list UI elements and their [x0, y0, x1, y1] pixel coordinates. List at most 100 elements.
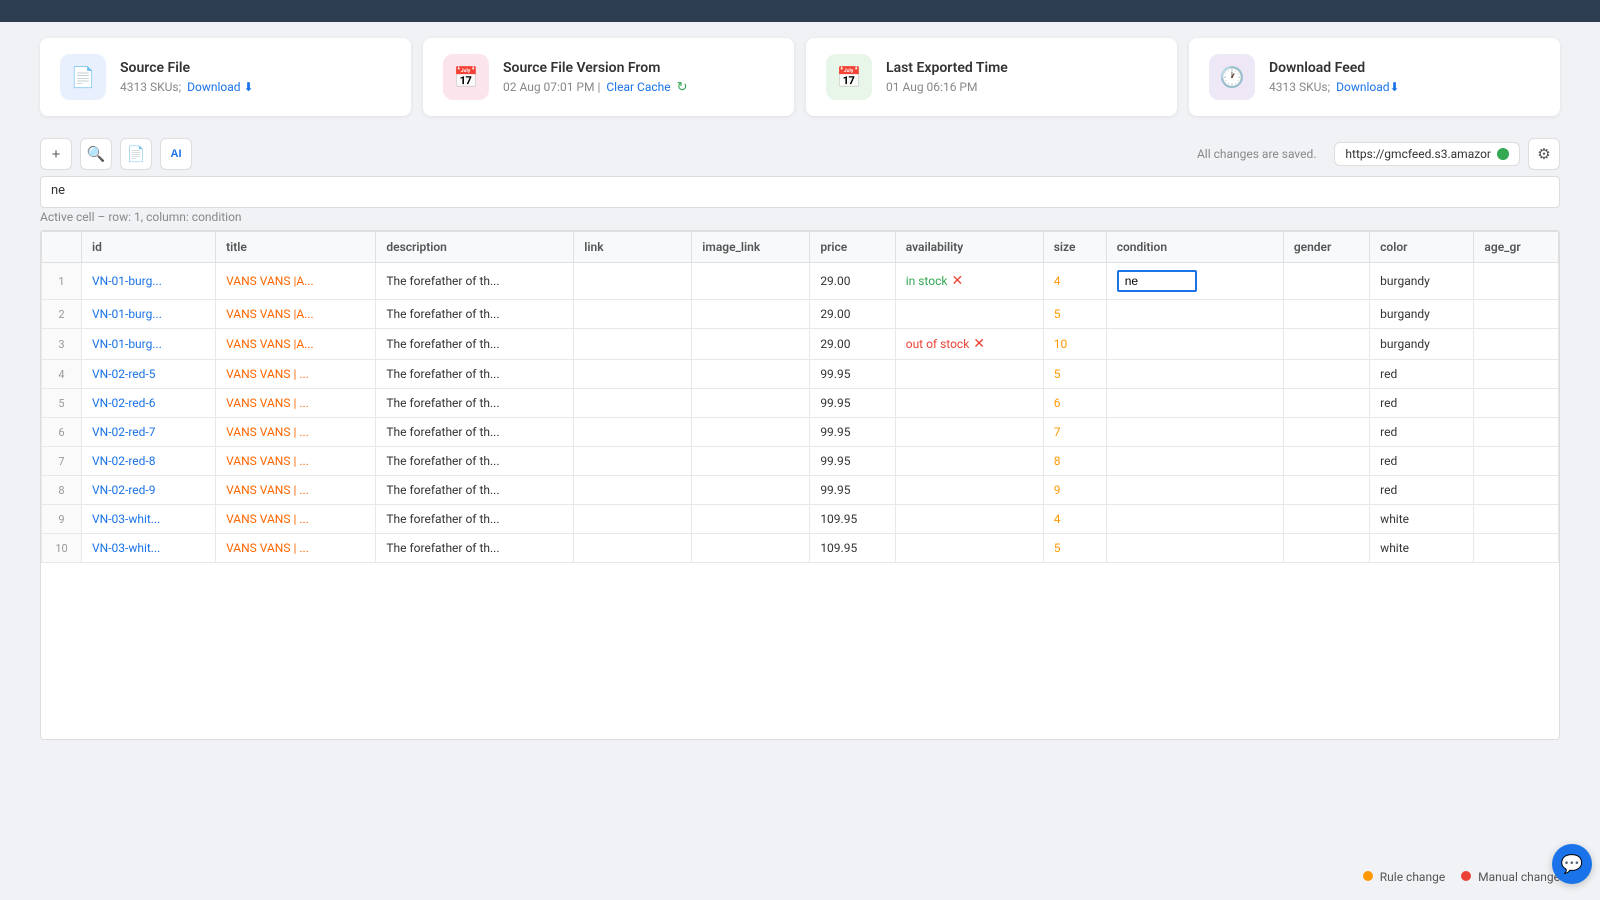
table-row[interactable]: 5VN-02-red-6VANS VANS | ...The forefathe…	[42, 389, 1559, 418]
cell-price[interactable]: 99.95	[810, 360, 895, 389]
table-row[interactable]: 10VN-03-whit...VANS VANS | ...The forefa…	[42, 534, 1559, 563]
cell-size[interactable]: 6	[1043, 389, 1106, 418]
cell-price[interactable]: 29.00	[810, 300, 895, 329]
cell-age-gr[interactable]	[1474, 505, 1559, 534]
title-link[interactable]: VANS VANS | ...	[226, 512, 309, 526]
cell-image-link[interactable]	[692, 534, 810, 563]
cell-gender[interactable]	[1283, 505, 1369, 534]
cell-title[interactable]: VANS VANS | ...	[216, 534, 376, 563]
source-file-download-link[interactable]: Download ⬇	[187, 80, 253, 94]
cell-price[interactable]: 109.95	[810, 534, 895, 563]
cell-description[interactable]: The forefather of th...	[376, 263, 574, 300]
cell-age-gr[interactable]	[1474, 534, 1559, 563]
cell-color[interactable]: white	[1370, 534, 1474, 563]
cell-id[interactable]: VN-02-red-5	[82, 360, 216, 389]
cell-image-link[interactable]	[692, 447, 810, 476]
id-link[interactable]: VN-02-red-7	[92, 425, 155, 439]
cell-id[interactable]: VN-02-red-8	[82, 447, 216, 476]
cell-description[interactable]: The forefather of th...	[376, 418, 574, 447]
cell-link[interactable]	[574, 300, 692, 329]
formula-bar[interactable]: ne	[40, 176, 1560, 208]
cell-gender[interactable]	[1283, 447, 1369, 476]
cell-gender[interactable]	[1283, 389, 1369, 418]
cell-condition[interactable]	[1106, 389, 1283, 418]
cell-availability[interactable]	[895, 534, 1043, 563]
id-link[interactable]: VN-03-whit...	[92, 541, 160, 555]
cell-link[interactable]	[574, 329, 692, 360]
cell-condition[interactable]	[1106, 418, 1283, 447]
chat-bubble[interactable]: 💬	[1552, 844, 1592, 884]
file-button[interactable]: 📄	[120, 138, 152, 170]
table-row[interactable]: 2VN-01-burg...VANS VANS |A...The forefat…	[42, 300, 1559, 329]
cell-size[interactable]: 4	[1043, 263, 1106, 300]
cell-price[interactable]: 99.95	[810, 447, 895, 476]
cell-title[interactable]: VANS VANS |A...	[216, 329, 376, 360]
cell-size[interactable]: 7	[1043, 418, 1106, 447]
clear-cache-link[interactable]: Clear Cache	[606, 80, 670, 94]
cell-price[interactable]: 99.95	[810, 476, 895, 505]
cell-age-gr[interactable]	[1474, 263, 1559, 300]
table-row[interactable]: 9VN-03-whit...VANS VANS | ...The forefat…	[42, 505, 1559, 534]
cell-size[interactable]: 5	[1043, 534, 1106, 563]
settings-button[interactable]: ⚙	[1528, 138, 1560, 170]
title-link[interactable]: VANS VANS | ...	[226, 454, 309, 468]
cell-id[interactable]: VN-03-whit...	[82, 534, 216, 563]
cell-gender[interactable]	[1283, 476, 1369, 505]
cell-age-gr[interactable]	[1474, 329, 1559, 360]
cell-availability[interactable]	[895, 447, 1043, 476]
cell-age-gr[interactable]	[1474, 418, 1559, 447]
refresh-icon[interactable]: ↻	[677, 80, 688, 95]
cell-color[interactable]: red	[1370, 476, 1474, 505]
cell-id[interactable]: VN-03-whit...	[82, 505, 216, 534]
cell-color[interactable]: red	[1370, 418, 1474, 447]
cell-gender[interactable]	[1283, 360, 1369, 389]
cell-title[interactable]: VANS VANS |A...	[216, 263, 376, 300]
title-link[interactable]: VANS VANS | ...	[226, 396, 309, 410]
table-row[interactable]: 1VN-01-burg...VANS VANS |A...The forefat…	[42, 263, 1559, 300]
cell-description[interactable]: The forefather of th...	[376, 360, 574, 389]
cell-description[interactable]: The forefather of th...	[376, 505, 574, 534]
cell-title[interactable]: VANS VANS | ...	[216, 360, 376, 389]
cell-availability[interactable]	[895, 476, 1043, 505]
title-link[interactable]: VANS VANS | ...	[226, 425, 309, 439]
cell-availability[interactable]	[895, 505, 1043, 534]
cell-age-gr[interactable]	[1474, 447, 1559, 476]
cell-color[interactable]: red	[1370, 389, 1474, 418]
cell-age-gr[interactable]	[1474, 389, 1559, 418]
id-link[interactable]: VN-01-burg...	[92, 337, 162, 351]
cell-age-gr[interactable]	[1474, 300, 1559, 329]
cell-description[interactable]: The forefather of th...	[376, 389, 574, 418]
cell-availability[interactable]	[895, 389, 1043, 418]
cell-availability[interactable]	[895, 360, 1043, 389]
id-link[interactable]: VN-02-red-5	[92, 367, 155, 381]
cell-image-link[interactable]	[692, 389, 810, 418]
cell-id[interactable]: VN-01-burg...	[82, 263, 216, 300]
cell-image-link[interactable]	[692, 476, 810, 505]
cell-color[interactable]: white	[1370, 505, 1474, 534]
cell-availability[interactable]	[895, 418, 1043, 447]
id-link[interactable]: VN-01-burg...	[92, 307, 162, 321]
cell-description[interactable]: The forefather of th...	[376, 300, 574, 329]
cell-age-gr[interactable]	[1474, 476, 1559, 505]
cell-condition[interactable]	[1106, 329, 1283, 360]
id-link[interactable]: VN-02-red-6	[92, 396, 155, 410]
cell-link[interactable]	[574, 389, 692, 418]
title-link[interactable]: VANS VANS | ...	[226, 541, 309, 555]
cell-link[interactable]	[574, 505, 692, 534]
cell-availability[interactable]	[895, 300, 1043, 329]
title-link[interactable]: VANS VANS | ...	[226, 367, 309, 381]
cell-id[interactable]: VN-02-red-6	[82, 389, 216, 418]
cell-gender[interactable]	[1283, 418, 1369, 447]
cell-size[interactable]: 8	[1043, 447, 1106, 476]
cell-description[interactable]: The forefather of th...	[376, 329, 574, 360]
cell-condition[interactable]	[1106, 447, 1283, 476]
table-row[interactable]: 6VN-02-red-7VANS VANS | ...The forefathe…	[42, 418, 1559, 447]
cell-title[interactable]: VANS VANS | ...	[216, 447, 376, 476]
cell-condition[interactable]	[1106, 476, 1283, 505]
cell-availability[interactable]: out of stock✕	[895, 329, 1043, 360]
id-link[interactable]: VN-02-red-9	[92, 483, 155, 497]
table-row[interactable]: 8VN-02-red-9VANS VANS | ...The forefathe…	[42, 476, 1559, 505]
title-link[interactable]: VANS VANS | ...	[226, 483, 309, 497]
cell-condition[interactable]	[1106, 300, 1283, 329]
id-link[interactable]: VN-03-whit...	[92, 512, 160, 526]
